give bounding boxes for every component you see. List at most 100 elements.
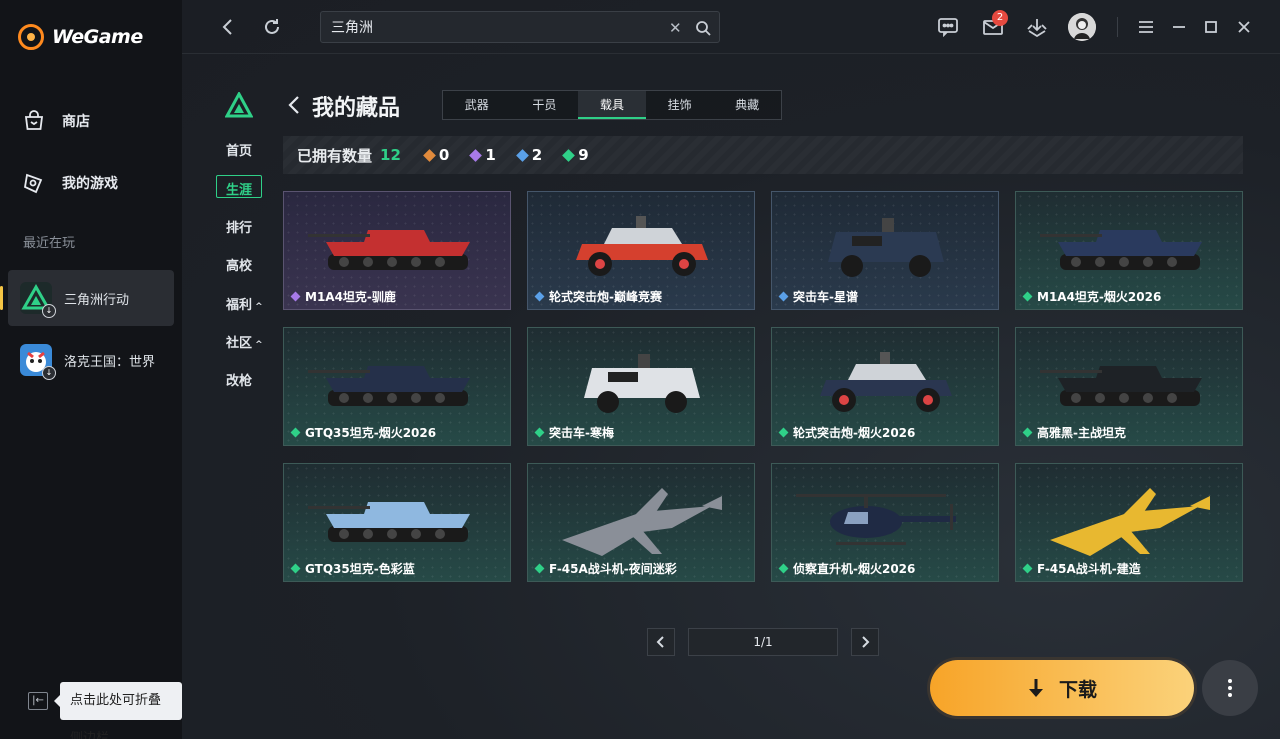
vehicle-grid: M1A4坦克-驯鹿 轮式突击炮-巅峰竞赛 突击车-星谱 M1A4坦克-烟火2026 GT…: [283, 191, 1243, 582]
green-rarity-icon: [1022, 563, 1033, 574]
blue-rarity-icon: [515, 148, 529, 162]
vehicle-image: [576, 216, 708, 276]
prev-page-button[interactable]: [647, 628, 675, 656]
page-indicator: 1/1: [688, 628, 838, 656]
roco-kingdom-icon: ↓: [20, 344, 56, 380]
vehicle-name-text: 高雅黑-主战坦克: [1037, 426, 1126, 440]
vehicle-name: 突击车-星谱: [778, 288, 858, 305]
chat-button[interactable]: [936, 15, 960, 39]
game-nav-community[interactable]: 社区 ^: [226, 332, 263, 351]
game-nav-career[interactable]: 生涯: [226, 179, 252, 198]
tab-operators[interactable]: 干员: [511, 91, 579, 119]
maximize-button[interactable]: [1199, 15, 1223, 39]
green-rarity-icon: [534, 563, 545, 574]
search-input[interactable]: [331, 12, 651, 42]
minimize-icon: [1173, 26, 1185, 28]
vehicle-name-text: 突击车-星谱: [793, 290, 858, 304]
topbar-divider: [1117, 17, 1118, 37]
expand-caret-icon: ^: [252, 340, 263, 350]
vehicle-card[interactable]: GTQ35坦克-色彩蓝: [283, 463, 511, 582]
avatar-icon: [1068, 13, 1096, 41]
download-button[interactable]: 下载: [930, 660, 1194, 716]
vehicle-card[interactable]: F-45A战斗机-夜间迷彩: [527, 463, 755, 582]
clear-search-icon[interactable]: ✕: [669, 19, 682, 37]
close-button[interactable]: [1232, 15, 1256, 39]
game-nav-benefits[interactable]: 福利 ^: [226, 294, 263, 313]
vehicle-card[interactable]: 轮式突击炮-烟火2026: [771, 327, 999, 446]
vehicle-image: [308, 230, 470, 270]
more-options-button[interactable]: [1202, 660, 1258, 716]
blue-rarity-icon: [534, 291, 545, 302]
expand-caret-icon: ^: [252, 302, 263, 312]
sidebar-item-label: 商店: [62, 114, 90, 130]
vehicle-name: M1A4坦克-驯鹿: [290, 288, 396, 305]
vehicle-card[interactable]: F-45A战斗机-建造: [1015, 463, 1243, 582]
sidebar-item-store[interactable]: 商店: [22, 109, 90, 133]
avatar[interactable]: [1068, 13, 1096, 41]
owned-label: 已拥有数量: [297, 146, 373, 165]
vehicle-name-text: F-45A战斗机-建造: [1037, 562, 1141, 576]
tab-collection[interactable]: 典藏: [713, 91, 781, 119]
game-nav-label: 福利: [226, 298, 253, 313]
vehicle-card[interactable]: GTQ35坦克-烟火2026: [283, 327, 511, 446]
vehicle-image: [584, 354, 700, 413]
rarity-count-blue: 2: [515, 146, 543, 164]
rarity-count-value: 2: [531, 146, 543, 164]
vehicle-card[interactable]: M1A4坦克-驯鹿: [283, 191, 511, 310]
download-manager-button[interactable]: [1025, 15, 1049, 39]
menu-button[interactable]: [1134, 15, 1158, 39]
vehicle-name: 高雅黑-主战坦克: [1022, 424, 1126, 441]
more-dot-icon: [1228, 679, 1232, 683]
minimize-button[interactable]: [1167, 15, 1191, 39]
vehicle-card[interactable]: M1A4坦克-烟火2026: [1015, 191, 1243, 310]
mail-badge: 2: [992, 10, 1008, 26]
vehicle-name: 突击车-寒梅: [534, 424, 614, 441]
next-page-button[interactable]: [851, 628, 879, 656]
vehicle-card[interactable]: 侦察直升机-烟火2026: [771, 463, 999, 582]
rarity-count-value: 9: [578, 146, 589, 164]
vehicle-card[interactable]: 突击车-寒梅: [527, 327, 755, 446]
sidebar-item-my-games[interactable]: 我的游戏: [22, 171, 118, 195]
menu-icon: [1139, 21, 1153, 33]
recent-game-label: 洛克王国：世界: [64, 354, 156, 370]
vehicle-card[interactable]: 高雅黑-主战坦克: [1015, 327, 1243, 446]
rarity-count-green: 9: [562, 146, 589, 164]
green-rarity-icon: [1022, 427, 1033, 438]
recent-game-label: 三角洲行动: [64, 292, 130, 308]
vehicle-name: 轮式突击炮-巅峰竞赛: [534, 288, 662, 305]
rarity-count-purple: 1: [469, 146, 496, 164]
vehicle-name: 侦察直升机-烟火2026: [778, 560, 916, 577]
chat-icon: [938, 18, 958, 37]
blue-rarity-icon: [778, 291, 789, 302]
vehicle-card[interactable]: 轮式突击炮-巅峰竞赛: [527, 191, 755, 310]
vehicle-name-text: M1A4坦克-驯鹿: [305, 290, 396, 304]
game-nav-campus[interactable]: 高校: [226, 255, 252, 274]
collapse-sidebar-icon[interactable]: |←: [28, 692, 48, 710]
vehicle-image: [1040, 366, 1202, 406]
game-nav-ranking[interactable]: 排行: [226, 217, 252, 236]
vehicle-name-text: GTQ35坦克-色彩蓝: [305, 562, 415, 576]
search-icon[interactable]: [695, 20, 711, 36]
game-nav-home[interactable]: 首页: [226, 140, 252, 159]
vehicle-name: GTQ35坦克-烟火2026: [290, 424, 436, 441]
tab-vehicles[interactable]: 载具: [578, 91, 646, 119]
owned-summary: 已拥有数量 12 0 1 2 9: [283, 136, 1243, 174]
recent-game-roco-kingdom[interactable]: ↓ 洛克王国：世界: [8, 332, 174, 388]
wegame-logo[interactable]: WeGame: [18, 24, 143, 50]
vehicle-name-text: 侦察直升机-烟火2026: [793, 562, 916, 576]
tab-weapons[interactable]: 武器: [443, 91, 511, 119]
game-nav-modding[interactable]: 改枪: [226, 370, 252, 389]
green-rarity-icon: [1022, 291, 1033, 302]
tab-charms[interactable]: 挂饰: [646, 91, 714, 119]
more-dot-icon: [1228, 693, 1232, 697]
vehicle-image: [1050, 488, 1210, 556]
download-label: 下载: [1058, 678, 1097, 701]
vehicle-card[interactable]: 突击车-星谱: [771, 191, 999, 310]
recent-game-delta-force[interactable]: ↓ 三角洲行动: [8, 270, 174, 326]
delta-force-logo-icon[interactable]: [225, 92, 253, 118]
recent-played-title: 最近在玩: [23, 236, 76, 251]
vehicle-name: F-45A战斗机-建造: [1022, 560, 1141, 577]
back-button[interactable]: [216, 15, 240, 39]
page-back-icon[interactable]: [285, 94, 303, 116]
refresh-button[interactable]: [260, 15, 284, 39]
